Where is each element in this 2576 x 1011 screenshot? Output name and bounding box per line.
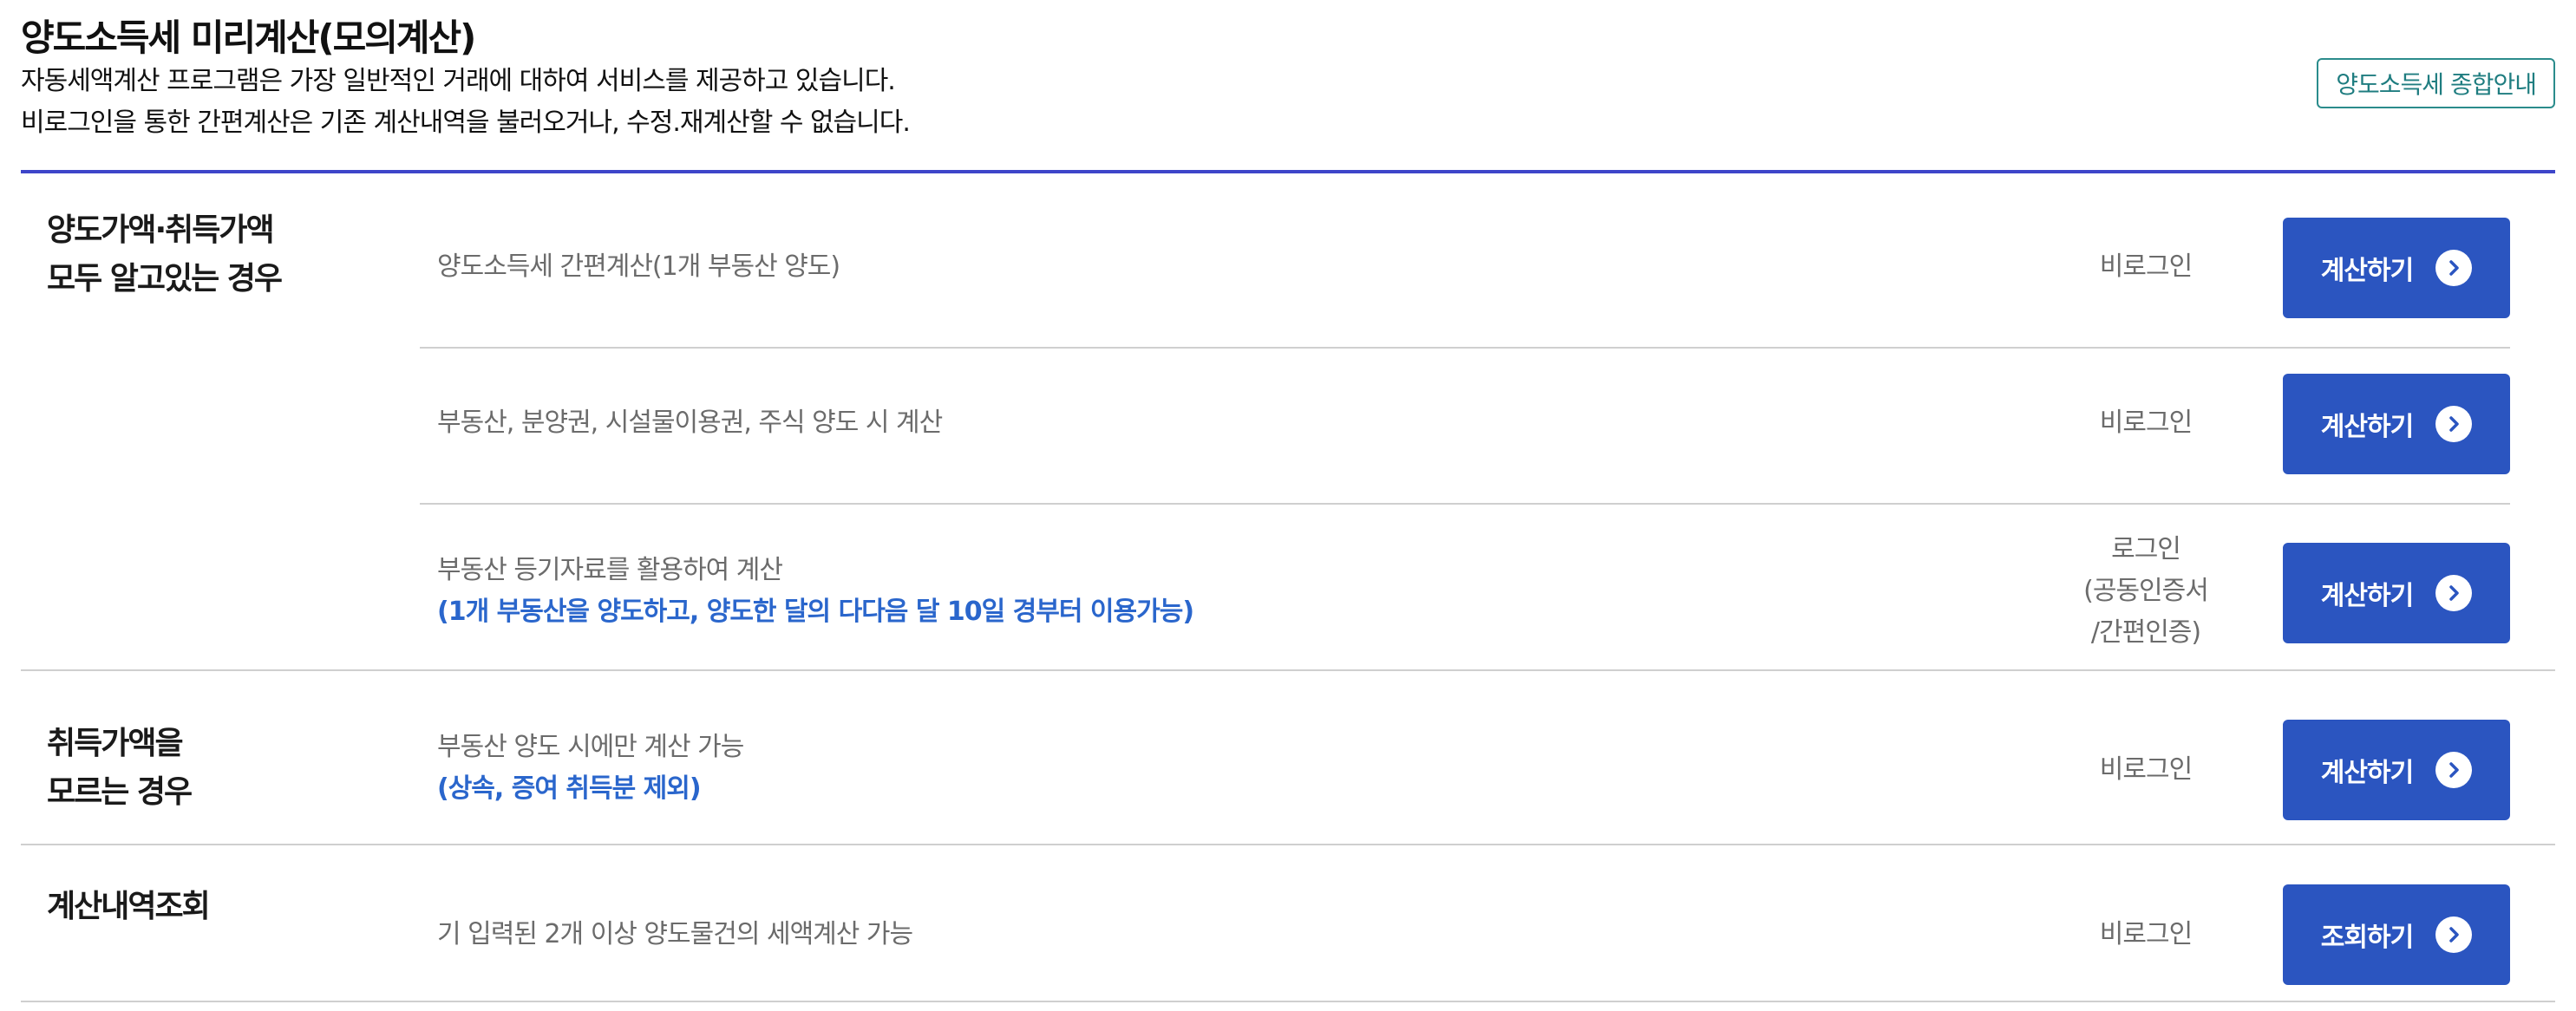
header-divider — [21, 170, 2555, 173]
calculate-button-label: 계산하기 — [2320, 256, 2414, 286]
login-requirement: 비로그인 — [2099, 919, 2193, 949]
chevron-right-circle-icon — [2435, 575, 2473, 611]
calculator-page: 양도소득세 미리계산(모의계산) 자동세액계산 프로그램은 가장 일반적인 거래… — [21, 16, 2555, 1002]
category-unknown-acquisition-price: 취득가액을 모르는 경우 — [47, 720, 193, 817]
page-description-line-1: 자동세액계산 프로그램은 가장 일반적인 거래에 대하여 서비스를 제공하고 있… — [21, 66, 896, 96]
row-description: 부동산 등기자료를 활용하여 계산 — [437, 555, 783, 585]
login-requirement-line-2: (공동인증서 — [2083, 576, 2209, 606]
row-unknown-price-description: 부동산 양도 시에만 계산 가능 (상속, 증여 취득분 제외) — [437, 727, 744, 810]
row-simple-calc-description: 양도소득세 간편계산(1개 부동산 양도) — [437, 246, 840, 288]
calculate-button-registry[interactable]: 계산하기 — [2283, 543, 2510, 643]
category-label-line-1: 계산내역조회 — [47, 889, 211, 924]
row-description: 부동산 양도 시에만 계산 가능 — [437, 732, 744, 762]
category-label-line-2: 모두 알고있는 경우 — [47, 261, 283, 297]
category-label-line-2: 모르는 경우 — [47, 774, 193, 810]
login-requirement: 비로그인 — [2099, 251, 2193, 282]
calculate-button-simple[interactable]: 계산하기 — [2283, 218, 2510, 318]
row-divider — [420, 347, 2510, 349]
row-description: 기 입력된 2개 이상 양도물건의 세액계산 가능 — [437, 919, 913, 949]
login-requirement-line-3: /간편인증) — [2090, 617, 2201, 648]
section-divider — [21, 1001, 2555, 1002]
lookup-button[interactable]: 조회하기 — [2283, 884, 2510, 985]
chevron-right-circle-icon — [2435, 916, 2473, 953]
page-description-line-2: 비로그인을 통한 간편계산은 기존 계산내역을 불러오거나, 수정.재계산할 수… — [21, 108, 911, 138]
login-requirement-line-1: 로그인 — [2111, 534, 2181, 564]
row-description: 양도소득세 간편계산(1개 부동산 양도) — [437, 251, 840, 282]
login-requirement: 비로그인 — [2099, 408, 2193, 438]
page-title: 양도소득세 미리계산(모의계산) — [21, 16, 476, 59]
category-history-lookup: 계산내역조회 — [47, 883, 211, 931]
calculate-button-label: 계산하기 — [2320, 581, 2414, 611]
row-exclusion-note: (상속, 증여 취득분 제외) — [437, 773, 702, 804]
row-divider — [420, 503, 2510, 505]
chevron-right-circle-icon — [2435, 250, 2473, 286]
lookup-button-label: 조회하기 — [2320, 923, 2414, 953]
row-history-description: 기 입력된 2개 이상 양도물건의 세액계산 가능 — [437, 914, 913, 956]
login-requirement: 로그인 (공동인증서 /간편인증) — [2042, 529, 2250, 654]
login-requirement: 비로그인 — [2099, 754, 2193, 785]
row-availability-note: (1개 부동산을 양도하고, 양도한 달의 다다음 달 10일 경부터 이용가능… — [437, 597, 1194, 627]
category-label-line-1: 취득가액을 — [47, 726, 184, 761]
calculate-button-label: 계산하기 — [2320, 758, 2414, 788]
category-label-line-1: 양도가액·취득가액 — [47, 212, 275, 248]
calculate-button-label: 계산하기 — [2320, 412, 2414, 442]
row-description: 부동산, 분양권, 시설물이용권, 주식 양도 시 계산 — [437, 408, 943, 438]
section-divider — [21, 669, 2555, 671]
row-registry-calc-description: 부동산 등기자료를 활용하여 계산 (1개 부동산을 양도하고, 양도한 달의 … — [437, 550, 1194, 633]
calculate-button-unknown-price[interactable]: 계산하기 — [2283, 720, 2510, 820]
row-general-calc-description: 부동산, 분양권, 시설물이용권, 주식 양도 시 계산 — [437, 402, 943, 444]
section-divider — [21, 844, 2555, 845]
category-known-prices: 양도가액·취득가액 모두 알고있는 경우 — [47, 206, 283, 303]
chevron-right-circle-icon — [2435, 752, 2473, 788]
capital-gains-tax-guide-button[interactable]: 양도소득세 종합안내 — [2317, 58, 2555, 108]
calculate-button-general[interactable]: 계산하기 — [2283, 374, 2510, 474]
chevron-right-circle-icon — [2435, 406, 2473, 442]
